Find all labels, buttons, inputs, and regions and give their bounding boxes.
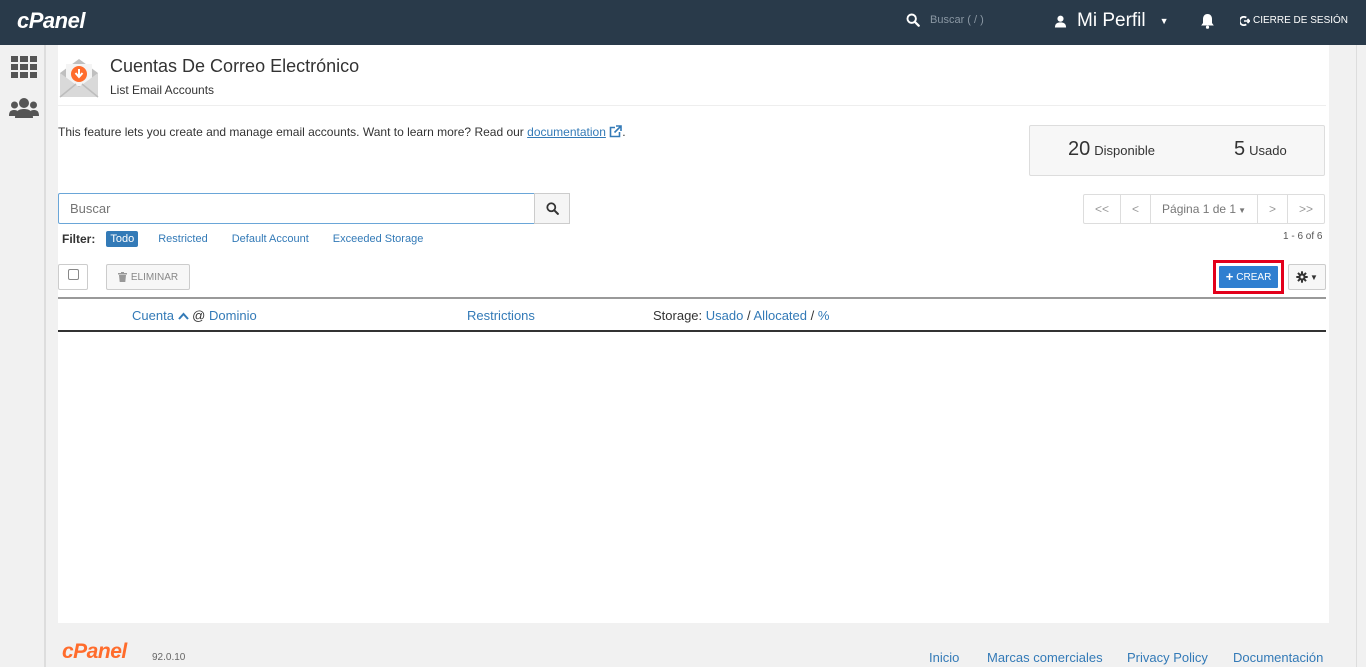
chevron-down-icon: ▼ <box>1159 16 1169 26</box>
search-input[interactable] <box>58 193 535 224</box>
cpanel-logo[interactable]: cPanel <box>17 8 85 34</box>
gear-icon <box>1296 271 1308 283</box>
page-scrollbar[interactable] <box>1356 45 1366 667</box>
slash-separator: / <box>746 308 751 323</box>
notifications-button[interactable] <box>1200 13 1215 32</box>
documentation-link[interactable]: documentation <box>527 125 606 139</box>
table-header-bottom-border <box>58 330 1326 332</box>
logout-label: CIERRE DE SESIÓN <box>1253 15 1349 26</box>
logout-icon <box>1240 15 1250 26</box>
user-icon <box>1054 15 1067 28</box>
main-content: Cuentas De Correo Electrónico List Email… <box>58 45 1329 623</box>
sort-domain[interactable]: Dominio <box>209 308 257 323</box>
external-link-icon[interactable] <box>609 125 623 138</box>
global-search[interactable]: Buscar ( / ) <box>906 13 984 27</box>
sort-up-icon <box>177 312 189 320</box>
footer-link-home[interactable]: Inicio <box>929 650 959 665</box>
search-icon <box>545 202 559 215</box>
footer-link-privacy[interactable]: Privacy Policy <box>1127 650 1208 665</box>
grid-icon <box>11 56 37 78</box>
filter-exceeded-storage[interactable]: Exceeded Storage <box>329 231 428 247</box>
bell-icon <box>1201 14 1214 29</box>
intro-text: This feature lets you create and manage … <box>58 125 626 139</box>
slash-separator: / <box>810 308 815 323</box>
table-header-top-border <box>58 297 1326 299</box>
users-button[interactable] <box>9 97 39 122</box>
profile-menu[interactable]: Mi Perfil ▼ <box>1054 10 1169 32</box>
users-icon <box>9 98 39 118</box>
profile-label: Mi Perfil <box>1077 10 1146 31</box>
footer-version: 92.0.10 <box>152 652 186 663</box>
checkbox-box <box>68 269 79 280</box>
footer-link-documentation[interactable]: Documentación <box>1233 650 1323 665</box>
filter-restricted[interactable]: Restricted <box>154 231 212 247</box>
sort-percent[interactable]: % <box>818 308 830 323</box>
stat-used: 5 Usado <box>1234 138 1287 160</box>
filter-label: Filter: <box>62 232 96 246</box>
first-page-button[interactable]: << <box>1084 195 1122 223</box>
global-search-input[interactable]: Buscar ( / ) <box>930 14 984 26</box>
plus-icon: + <box>1225 269 1234 284</box>
email-accounts-icon <box>59 59 99 98</box>
apps-grid-button[interactable] <box>11 56 37 81</box>
trash-icon <box>117 272 127 282</box>
prev-page-button[interactable]: < <box>1121 195 1152 223</box>
search-icon <box>906 13 920 27</box>
result-range: 1 - 6 of 6 <box>1283 231 1323 242</box>
stat-available: 20 Disponible <box>1068 138 1155 160</box>
chevron-down-icon: ▼ <box>1238 206 1247 215</box>
filter-default-account[interactable]: Default Account <box>228 231 313 247</box>
page-select[interactable]: Página 1 de 1 ▼ <box>1151 195 1259 223</box>
select-all-checkbox[interactable] <box>58 264 88 290</box>
top-navbar: cPanel Buscar ( / ) Mi Perfil ▼ CIERRE D… <box>0 0 1366 45</box>
settings-dropdown-button[interactable]: ▼ <box>1288 264 1326 290</box>
storage-label: Storage: <box>653 308 703 323</box>
footer-link-trademarks[interactable]: Marcas comerciales <box>987 650 1103 665</box>
sort-account[interactable]: Cuenta <box>132 308 174 323</box>
create-label: CREAR <box>1236 271 1272 283</box>
page-title: Cuentas De Correo Electrónico <box>110 56 360 76</box>
pagination: << < Página 1 de 1 ▼ > >> <box>1083 194 1326 224</box>
col-header-storage: Storage: Usado / Allocated / % <box>653 308 829 323</box>
footer-cpanel-logo[interactable]: cPanel <box>62 640 127 664</box>
sort-used[interactable]: Usado <box>706 308 744 323</box>
at-separator: @ <box>192 308 206 323</box>
next-page-button[interactable]: > <box>1258 195 1289 223</box>
create-button[interactable]: + CREAR <box>1219 266 1278 288</box>
chevron-down-icon: ▼ <box>1310 272 1318 282</box>
col-header-account[interactable]: Cuenta @ Dominio <box>132 308 257 323</box>
divider <box>58 105 1326 106</box>
filter-all[interactable]: Todo <box>106 231 139 247</box>
last-page-button[interactable]: >> <box>1288 195 1324 223</box>
col-header-restrictions[interactable]: Restrictions <box>467 308 535 323</box>
delete-button[interactable]: ELIMINAR <box>106 264 190 290</box>
page-subtitle: List Email Accounts <box>110 83 215 97</box>
logout-button[interactable]: CIERRE DE SESIÓN <box>1240 15 1348 26</box>
left-sidebar <box>0 45 46 667</box>
sort-allocated[interactable]: Allocated <box>754 308 807 323</box>
account-stats: 20 Disponible 5 Usado <box>1029 125 1325 176</box>
search-button[interactable] <box>534 193 570 224</box>
delete-label: ELIMINAR <box>130 271 179 283</box>
filter-bar: Filter: Todo Restricted Default Account … <box>62 231 443 247</box>
